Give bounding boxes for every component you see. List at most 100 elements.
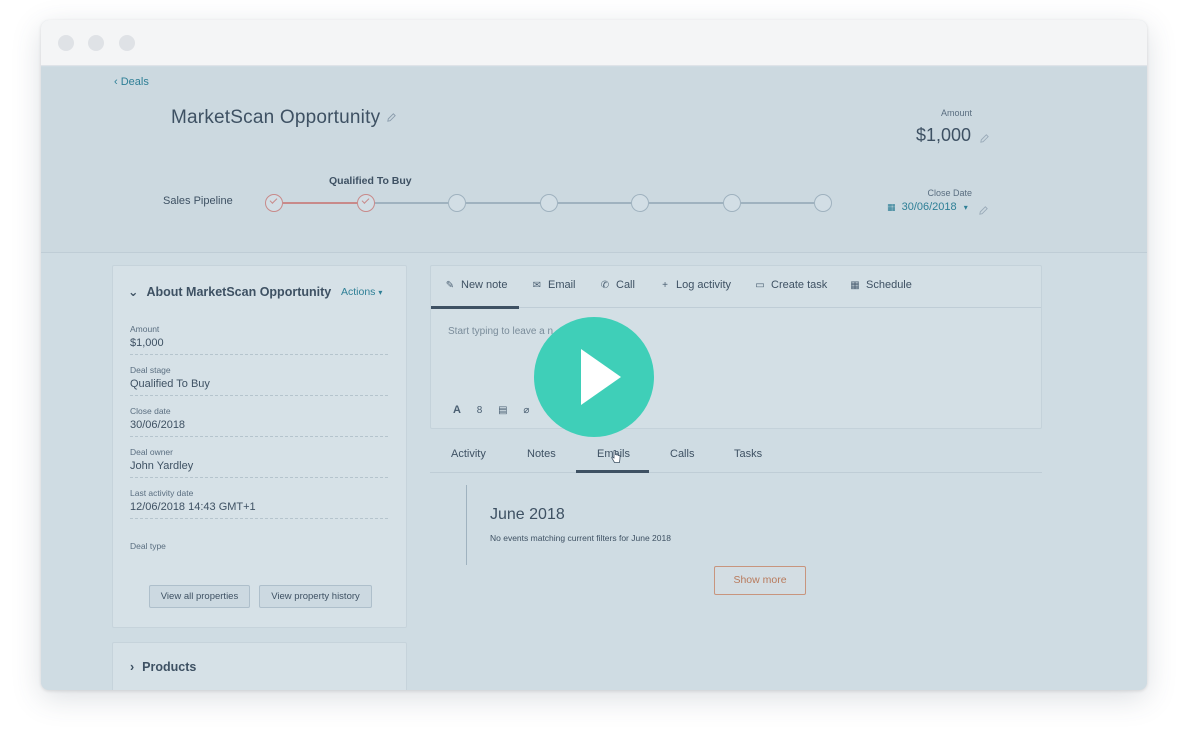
chevron-down-icon: ▾: [378, 288, 383, 297]
window-dot-minimize[interactable]: [88, 35, 104, 51]
link-icon[interactable]: 8: [477, 405, 483, 416]
tab-create-task[interactable]: ▭ Create task: [753, 279, 827, 291]
window-titlebar: [41, 20, 1147, 66]
pipeline-connector: [466, 202, 540, 204]
timeline-month: June 2018: [490, 506, 565, 523]
pipeline-connector: [557, 202, 631, 204]
pipeline-stage-completed[interactable]: [265, 194, 283, 212]
window-dot-close[interactable]: [58, 35, 74, 51]
pipeline-stage[interactable]: [814, 194, 832, 212]
tab-label: Create task: [771, 279, 828, 291]
tab-label: Schedule: [866, 279, 912, 291]
property-value: John Yardley: [130, 460, 194, 472]
property-amount[interactable]: Amount $1,000: [130, 324, 388, 355]
window-dot-maximize[interactable]: [119, 35, 135, 51]
browser-window: ‹ Deals MarketScan Opportunity Amount $1…: [41, 20, 1147, 690]
task-icon: ▭: [755, 280, 765, 291]
pipeline-label: Sales Pipeline: [163, 195, 233, 207]
calendar-icon: ▦: [850, 280, 860, 291]
property-value: Qualified To Buy: [130, 378, 210, 390]
active-filter-underline: [576, 470, 649, 473]
property-label: Deal type: [130, 541, 166, 551]
tab-email[interactable]: ✉ Email: [530, 279, 576, 291]
pipeline-connector: [649, 202, 723, 204]
tab-label: New note: [461, 279, 508, 291]
show-more-button[interactable]: Show more: [714, 566, 806, 595]
hand-cursor-icon: [611, 450, 621, 463]
products-card-header[interactable]: › Products: [130, 660, 196, 674]
pipeline-connector: [283, 202, 357, 204]
chevron-down-icon: ▾: [963, 203, 968, 212]
property-deal-stage[interactable]: Deal stage Qualified To Buy: [130, 365, 388, 396]
property-deal-owner[interactable]: Deal owner John Yardley: [130, 447, 388, 478]
font-style-icon[interactable]: A: [453, 404, 461, 416]
property-last-activity-date[interactable]: Last activity date 12/06/2018 14:43 GMT+…: [130, 488, 388, 519]
close-date-value: 30/06/2018: [901, 201, 957, 213]
pipeline-stage-completed[interactable]: [356, 194, 375, 212]
about-card-header[interactable]: ⌄ About MarketScan Opportunity: [128, 284, 331, 299]
attachment-icon[interactable]: ⌀: [523, 405, 529, 416]
pipeline-stage[interactable]: [722, 194, 741, 212]
edit-icon: ✎: [445, 280, 455, 291]
active-tab-underline: [431, 306, 519, 309]
phone-icon: ✆: [600, 280, 610, 291]
close-date-dropdown[interactable]: ▦ 30/06/2018 ▾: [887, 201, 968, 213]
back-to-deals-link[interactable]: ‹ Deals: [114, 76, 149, 88]
property-label: Last activity date: [130, 488, 194, 498]
tab-calls[interactable]: Calls: [670, 448, 694, 460]
actions-dropdown[interactable]: Actions ▾: [341, 286, 382, 298]
video-play-button[interactable]: [534, 317, 654, 437]
products-card: › Products: [112, 642, 407, 690]
chevron-down-icon: ⌄: [128, 285, 139, 299]
actions-label: Actions: [341, 286, 376, 298]
tab-call[interactable]: ✆ Call: [598, 279, 635, 291]
property-label: Amount: [130, 324, 160, 334]
pipeline-stage[interactable]: [448, 194, 466, 212]
deal-title-text: MarketScan Opportunity: [171, 107, 381, 128]
note-input[interactable]: Start typing to leave a n: [448, 326, 553, 337]
tab-label: Call: [616, 279, 635, 291]
chevron-right-icon: ›: [130, 660, 135, 674]
current-stage-label: Qualified To Buy: [329, 175, 412, 187]
timeline-empty-message: No events matching current filters for J…: [490, 533, 671, 543]
property-label: Deal owner: [130, 447, 173, 457]
page-content: ‹ Deals MarketScan Opportunity Amount $1…: [41, 67, 1147, 690]
email-icon: ✉: [532, 280, 542, 291]
property-label: Deal stage: [130, 365, 171, 375]
close-date-label: Close Date: [927, 188, 972, 198]
deal-header: ‹ Deals MarketScan Opportunity Amount $1…: [41, 67, 1147, 253]
edit-title-pencil-icon[interactable]: [386, 112, 397, 123]
editor-tabs: ✎ New note ✉ Email ✆ Call + Log activity ▭ Cr…: [431, 266, 1041, 309]
tab-label: Log activity: [676, 279, 732, 291]
tab-activity[interactable]: Activity: [451, 448, 486, 460]
edit-close-date-pencil-icon[interactable]: [978, 205, 989, 216]
tab-tasks[interactable]: Tasks: [734, 448, 762, 460]
pipeline-stage[interactable]: [539, 194, 558, 212]
tab-new-note[interactable]: ✎ New note: [443, 279, 508, 291]
pipeline-connector: [740, 202, 814, 204]
activity-editor: ✎ New note ✉ Email ✆ Call + Log activity ▭ Cr…: [430, 265, 1042, 429]
about-card-title: About MarketScan Opportunity: [146, 285, 332, 299]
property-deal-type[interactable]: Deal type: [130, 541, 388, 571]
property-value: 12/06/2018 14:43 GMT+1: [130, 501, 256, 513]
plus-icon: +: [662, 280, 668, 291]
property-close-date[interactable]: Close date 30/06/2018: [130, 406, 388, 437]
tab-log-activity[interactable]: + Log activity: [658, 279, 731, 291]
timeline-line: [466, 485, 467, 565]
snippet-icon[interactable]: ▤: [498, 405, 507, 416]
activity-filter-tabs: Activity Notes Emails Calls Tasks: [430, 441, 1042, 473]
pipeline-stages: [265, 194, 833, 212]
pipeline-stage[interactable]: [631, 194, 649, 212]
tab-notes[interactable]: Notes: [527, 448, 556, 460]
view-property-history-button[interactable]: View property history: [259, 585, 372, 608]
tab-label: Email: [548, 279, 576, 291]
property-value: [130, 554, 388, 567]
property-value: $1,000: [130, 337, 164, 349]
amount-value: $1,000: [915, 125, 971, 145]
edit-amount-pencil-icon[interactable]: [979, 133, 990, 144]
view-all-properties-button[interactable]: View all properties: [149, 585, 250, 608]
format-toolbar: A 8 ▤ ⌀: [453, 404, 542, 416]
pipeline-connector: [374, 202, 448, 204]
tab-schedule[interactable]: ▦ Schedule: [848, 279, 912, 291]
amount-label: Amount: [940, 108, 972, 118]
